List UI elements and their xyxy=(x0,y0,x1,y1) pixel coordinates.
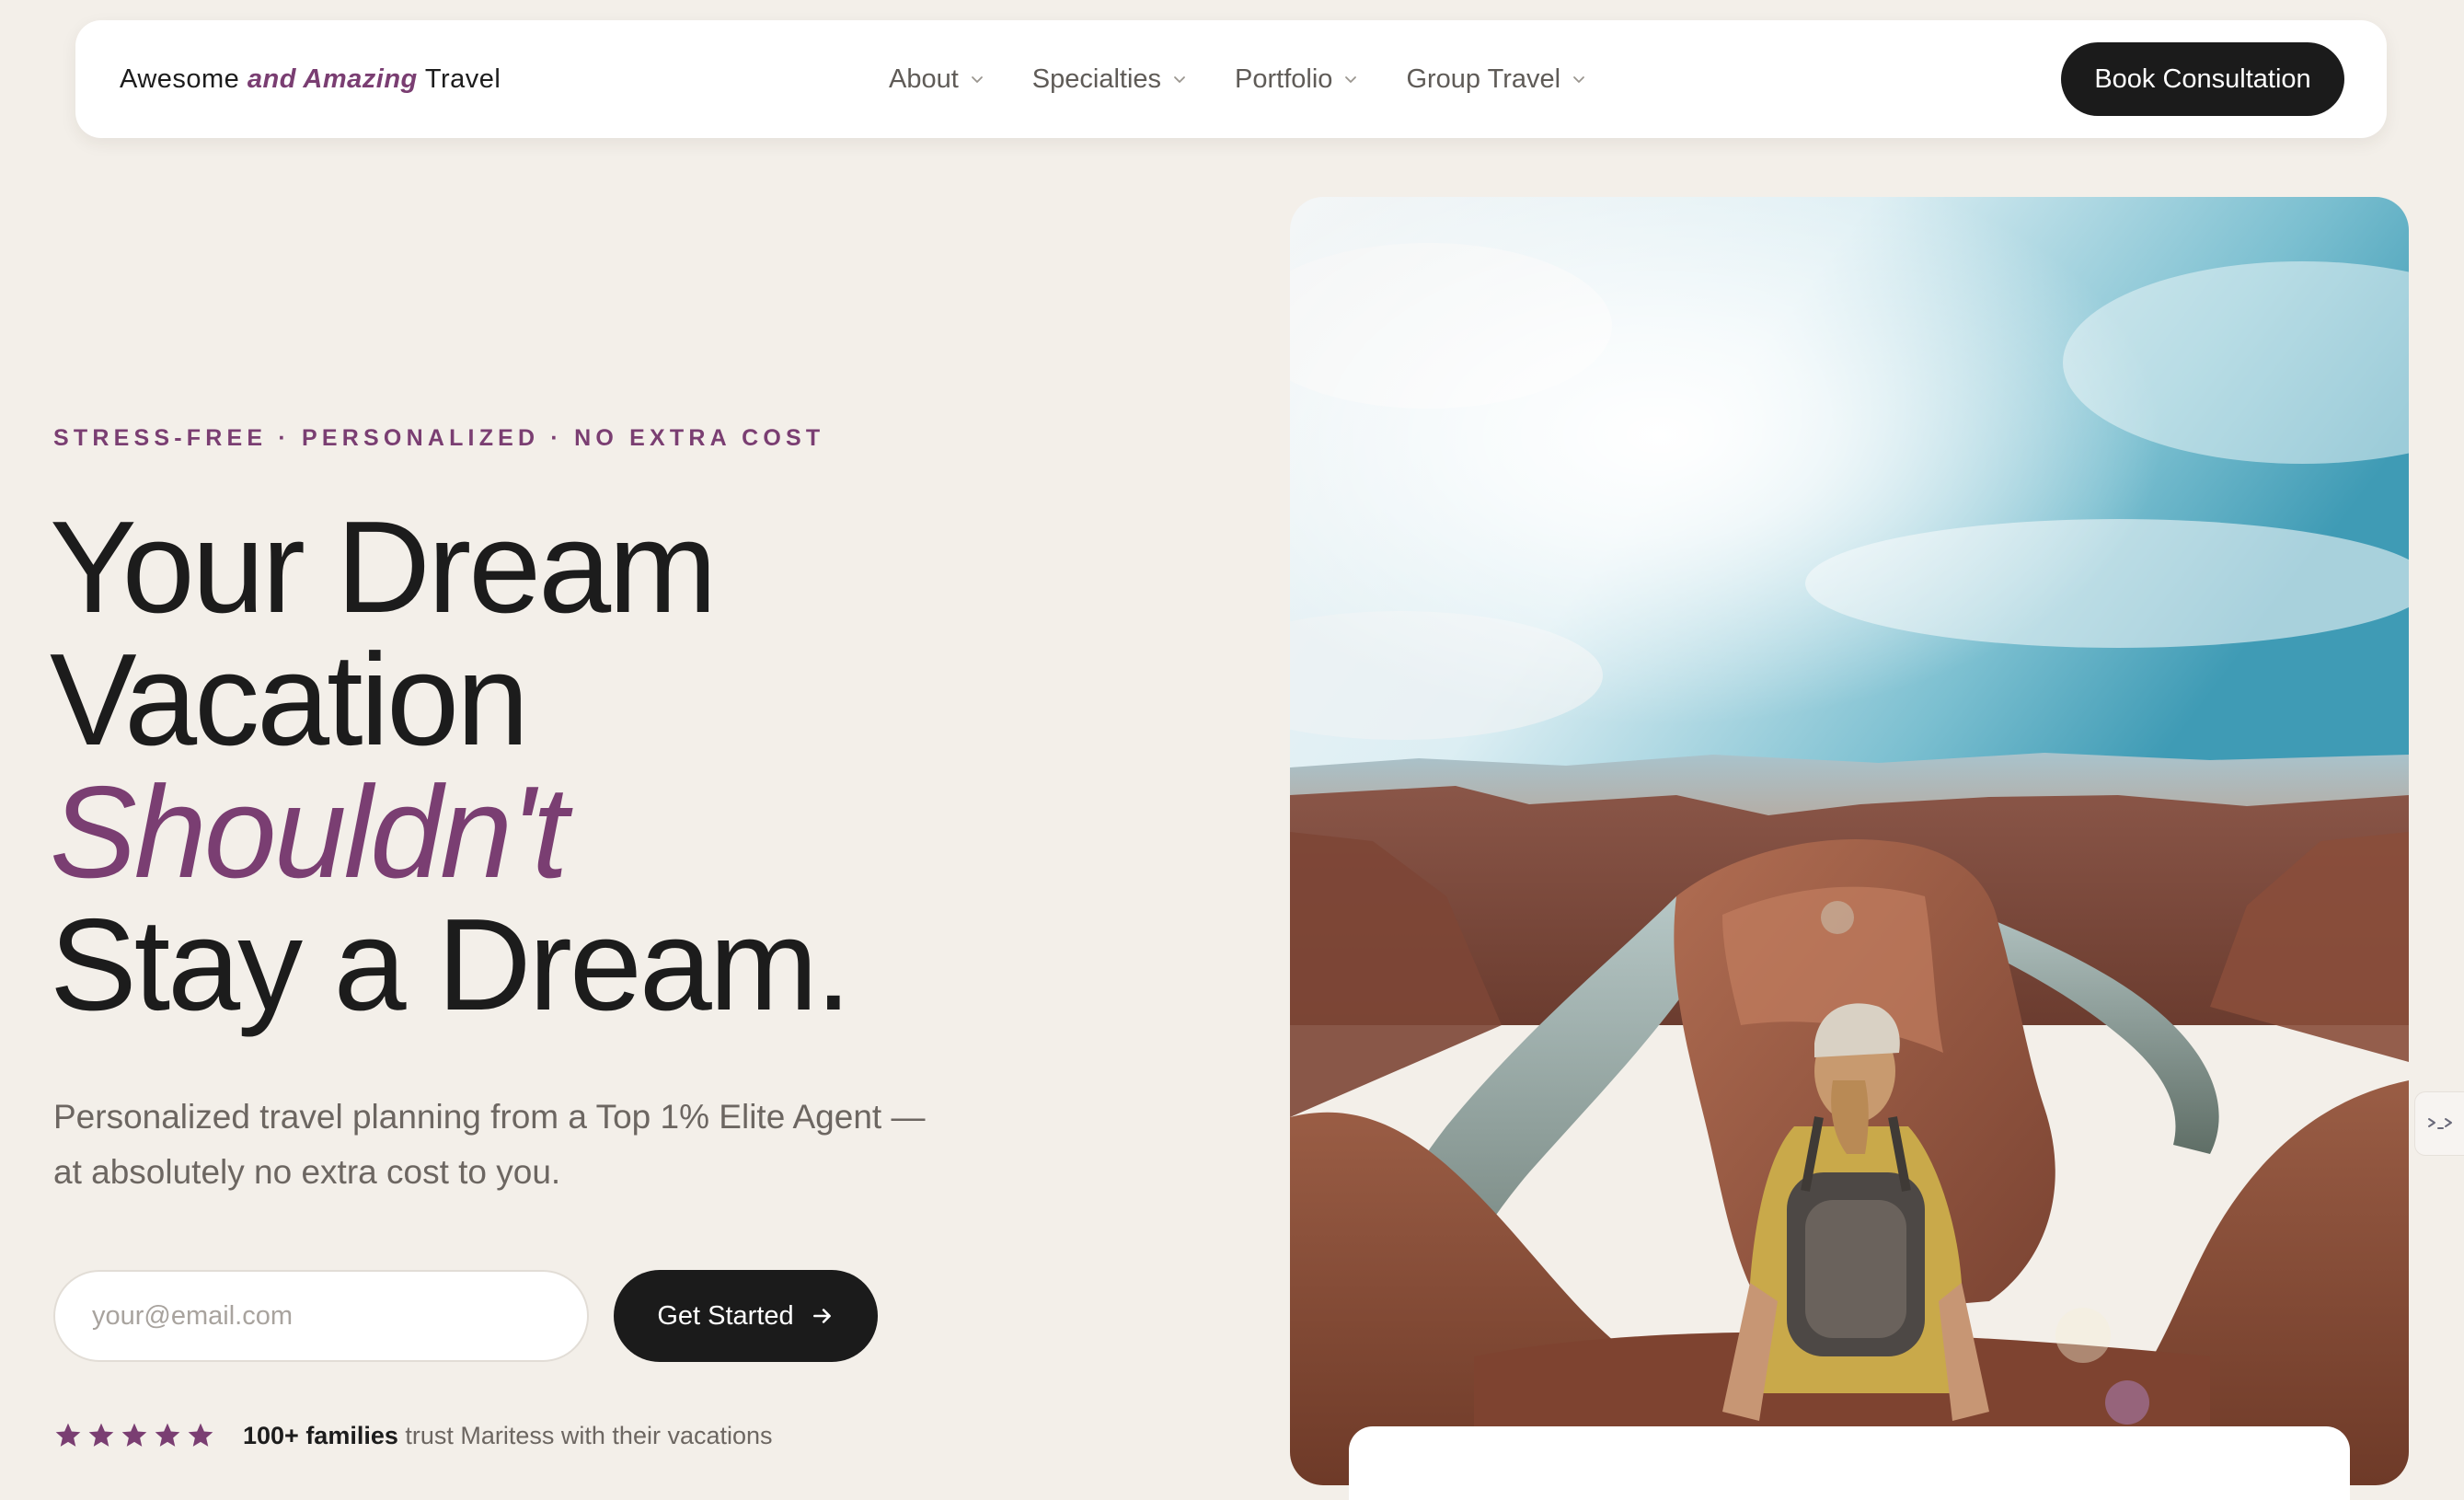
headline-line-2: Vacation xyxy=(50,627,529,773)
email-input[interactable] xyxy=(53,1270,589,1362)
trust-text: 100+ families trust Maritess with their … xyxy=(243,1422,773,1450)
chevron-down-icon xyxy=(1345,76,1357,83)
star-icon xyxy=(121,1423,147,1447)
get-started-label: Get Started xyxy=(657,1300,794,1331)
menu-item-portfolio[interactable]: Portfolio xyxy=(1235,64,1358,95)
brand-prefix: Awesome xyxy=(120,64,240,94)
brand-logo[interactable]: Awesome and Amazing Travel xyxy=(120,20,501,138)
menu-item-label: Specialties xyxy=(1031,63,1162,94)
hero-headline: Your Dream Vacation Shouldn't Stay a Dre… xyxy=(50,494,852,1038)
chevron-down-icon xyxy=(1573,76,1584,83)
main-menu: About Specialties Portfolio Group Travel xyxy=(889,20,1634,138)
hero-overlay-card xyxy=(1349,1426,2350,1500)
hero-eyebrow: STRESS-FREE · PERSONALIZED · NO EXTRA CO… xyxy=(53,425,825,451)
top-navigation: Awesome and Amazing Travel About Special… xyxy=(75,20,2387,138)
hero-subtitle: Personalized travel planning from a Top … xyxy=(53,1098,926,1191)
trust-description: trust Maritess with their vacations xyxy=(397,1421,773,1449)
menu-item-label: Group Travel xyxy=(1406,63,1561,94)
star-icon xyxy=(188,1423,213,1447)
book-consultation-button[interactable]: Book Consultation xyxy=(2061,42,2344,116)
hero-image xyxy=(1290,197,2409,1485)
brand-accent: and Amazing xyxy=(247,64,418,94)
menu-item-about[interactable]: About xyxy=(889,64,984,95)
menu-item-label: Portfolio xyxy=(1235,63,1333,94)
headline-line-1: Your Dream xyxy=(50,494,717,640)
chevron-down-icon xyxy=(1174,76,1185,83)
code-icon xyxy=(2428,1118,2452,1129)
trust-row: 100+ families trust Maritess with their … xyxy=(53,1421,773,1450)
trust-count: 100+ families xyxy=(243,1421,398,1449)
star-icon xyxy=(88,1423,114,1447)
headline-accent: Shouldn't xyxy=(50,759,569,906)
brand-suffix: Travel xyxy=(424,64,501,94)
menu-item-specialties[interactable]: Specialties xyxy=(1032,64,1187,95)
side-tab[interactable] xyxy=(2414,1091,2464,1156)
menu-item-label: About xyxy=(889,63,959,94)
rating-stars xyxy=(53,1421,219,1450)
headline-line-4: Stay a Dream. xyxy=(50,892,852,1038)
menu-item-group-travel[interactable]: Group Travel xyxy=(1406,64,1586,95)
arrow-right-icon xyxy=(812,1309,831,1323)
star-icon xyxy=(155,1423,180,1447)
star-icon xyxy=(55,1423,81,1447)
get-started-button[interactable]: Get Started xyxy=(614,1270,878,1362)
chevron-down-icon xyxy=(971,76,983,83)
